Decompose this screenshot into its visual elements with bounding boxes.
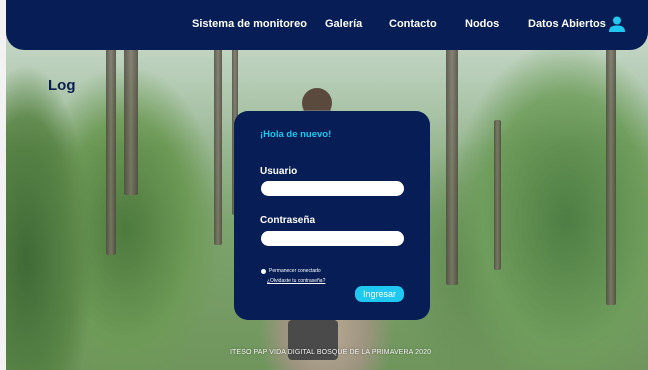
- nav-item-nodos[interactable]: Nodos: [465, 18, 499, 30]
- nav-item-contacto[interactable]: Contacto: [389, 18, 437, 30]
- nav-item-datos-abiertos[interactable]: Datos Abiertos: [528, 18, 606, 30]
- page-title: Log: [48, 77, 76, 94]
- forest-background: Sistema de monitoreo Galería Contacto No…: [6, 0, 648, 370]
- nav-item-galeria[interactable]: Galería: [325, 18, 362, 30]
- password-label: Contraseña: [260, 215, 316, 226]
- greeting-text: ¡Hola de nuevo!: [260, 129, 332, 140]
- forgot-password-link[interactable]: ¿Olvidaste tu contraseña?: [267, 278, 325, 284]
- tree-trunk: [606, 45, 616, 305]
- tree-trunk: [214, 45, 222, 245]
- remember-me-radio[interactable]: [261, 268, 266, 274]
- username-input[interactable]: [261, 181, 404, 196]
- footer-text: ITESO PAP VIDA DIGITAL BOSQUE DE LA PRIM…: [230, 349, 432, 356]
- remember-me-option[interactable]: Permanecer conectado: [261, 268, 321, 274]
- tree-trunk: [446, 45, 458, 285]
- login-submit-button[interactable]: Ingresar: [355, 286, 404, 302]
- user-icon[interactable]: [608, 15, 626, 33]
- tree-trunk: [124, 45, 138, 195]
- login-card: ¡Hola de nuevo! Usuario Contraseña Perma…: [234, 111, 430, 320]
- tree-trunk: [494, 120, 501, 270]
- username-label: Usuario: [260, 166, 298, 177]
- remember-me-label: Permanecer conectado: [269, 268, 321, 274]
- top-navbar: Sistema de monitoreo Galería Contacto No…: [6, 0, 648, 50]
- password-input[interactable]: [261, 231, 404, 246]
- nav-item-sistema-de-monitoreo[interactable]: Sistema de monitoreo: [192, 18, 307, 30]
- tree-trunk: [106, 45, 116, 255]
